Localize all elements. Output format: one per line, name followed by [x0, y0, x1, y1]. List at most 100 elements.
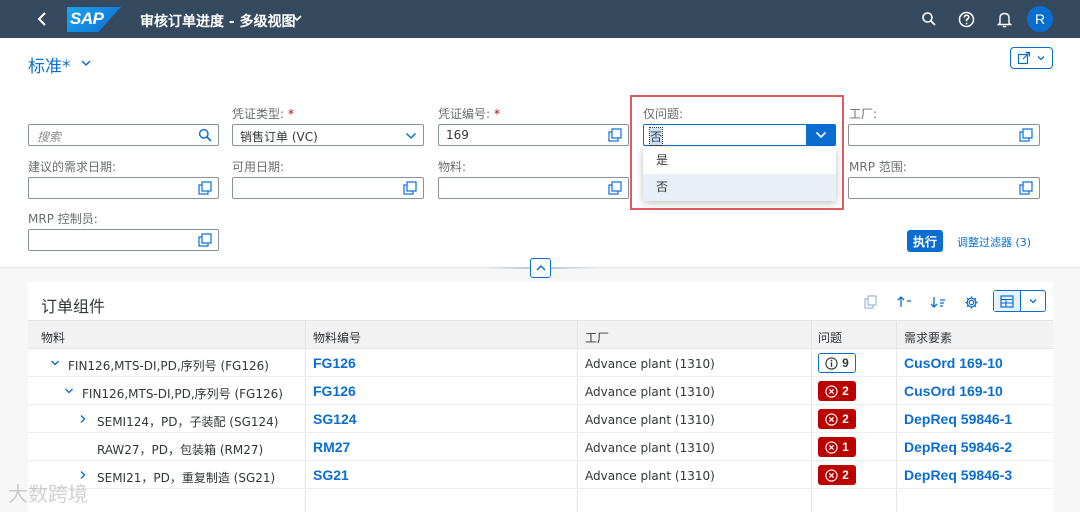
- req-date-field[interactable]: [28, 177, 219, 199]
- plant-value: Advance plant (1310): [585, 413, 715, 427]
- table-row[interactable]: FIN126,MTS-DI,PD,序列号 (FG126) FG126 Advan…: [28, 377, 1053, 405]
- avatar[interactable]: R: [1027, 6, 1053, 32]
- table-row[interactable]: SEMI21，PD，重复制造 (SG21) SG21 Advance plant…: [28, 461, 1053, 489]
- material-number-link[interactable]: RM27: [313, 439, 350, 455]
- error-icon: [825, 468, 838, 482]
- doc-number-field[interactable]: 169: [438, 124, 629, 146]
- error-icon: [825, 412, 838, 426]
- plant-field[interactable]: [848, 124, 1040, 146]
- help-button[interactable]: [956, 9, 976, 29]
- share-button[interactable]: [1010, 47, 1053, 69]
- shell-bar: SAP 审核订单进度 - 多级视图 R: [0, 0, 1080, 38]
- expand-row-icon[interactable]: [78, 414, 88, 424]
- collapse-row-icon[interactable]: [50, 358, 60, 368]
- search-icon: [922, 12, 936, 26]
- value-help-icon[interactable]: [608, 128, 622, 142]
- material-label: 物料:: [438, 160, 467, 174]
- requirement-link[interactable]: CusOrd 169-10: [904, 355, 1003, 371]
- material-name: SEMI124，PD，子装配 (SG124): [97, 415, 279, 429]
- value-help-icon[interactable]: [1019, 128, 1033, 142]
- mrp-controller-label: MRP 控制员:: [28, 212, 98, 226]
- bell-icon: [996, 12, 1012, 27]
- watermark: 大数跨境: [8, 482, 88, 506]
- execute-button[interactable]: 执行: [907, 230, 943, 252]
- chevron-down-icon[interactable]: [80, 57, 92, 69]
- back-icon: [37, 12, 46, 26]
- settings-button[interactable]: [961, 292, 981, 312]
- adapt-filters-link[interactable]: 调整过滤器 (3): [957, 234, 1031, 250]
- column-header-material-number[interactable]: 物料编号: [313, 329, 361, 346]
- material-number-link[interactable]: FG126: [313, 383, 356, 399]
- sort-ascending-button[interactable]: [895, 292, 915, 312]
- issue-badge-error[interactable]: 2: [818, 409, 856, 429]
- material-name: FIN126,MTS-DI,PD,序列号 (FG126): [82, 387, 283, 401]
- req-date-label: 建议的需求日期:: [28, 160, 117, 174]
- value-help-icon[interactable]: [1019, 181, 1033, 195]
- sort-descending-icon: [930, 297, 945, 308]
- material-number-link[interactable]: SG21: [313, 467, 349, 483]
- column-header-material[interactable]: 物料: [41, 329, 65, 346]
- material-number-link[interactable]: FG126: [313, 355, 356, 371]
- share-icon: [1018, 51, 1031, 65]
- avail-date-label: 可用日期:: [232, 160, 285, 174]
- material-number-link[interactable]: SG124: [313, 411, 357, 427]
- gear-icon: [964, 295, 978, 309]
- mrp-area-field[interactable]: [848, 177, 1040, 199]
- view-switch-button[interactable]: [993, 290, 1046, 312]
- issue-badge-info[interactable]: 9: [818, 353, 856, 373]
- avail-date-field[interactable]: [232, 177, 424, 199]
- material-name: RAW27，PD，包装箱 (RM27): [97, 443, 264, 457]
- search-icon[interactable]: [198, 128, 212, 142]
- view-menu-button[interactable]: [1021, 291, 1045, 311]
- order-components-table: 订单组件 物料 物料编号 工厂 问题 需求要素 FIN126,MTS-DI,PD…: [28, 282, 1053, 512]
- variant-title[interactable]: 标准*: [28, 52, 71, 77]
- sap-logo[interactable]: SAP: [67, 7, 121, 32]
- value-help-icon[interactable]: [198, 181, 212, 195]
- doc-type-label: 凭证类型: *: [232, 107, 295, 121]
- value-help-icon[interactable]: [198, 233, 212, 247]
- issue-badge-error[interactable]: 2: [818, 465, 856, 485]
- plant-value: Advance plant (1310): [585, 441, 715, 455]
- chevron-down-icon[interactable]: [405, 130, 417, 142]
- help-icon: [958, 11, 974, 27]
- requirement-link[interactable]: DepReq 59846-2: [904, 439, 1012, 455]
- requirement-link[interactable]: CusOrd 169-10: [904, 383, 1003, 399]
- chevron-down-icon: [1037, 56, 1045, 61]
- search-input[interactable]: 搜索: [28, 124, 219, 146]
- copy-button[interactable]: [861, 292, 881, 312]
- value-help-icon[interactable]: [403, 181, 417, 195]
- table-row[interactable]: RAW27，PD，包装箱 (RM27) RM27 Advance plant (…: [28, 433, 1053, 461]
- error-icon: [825, 384, 838, 398]
- back-button[interactable]: [30, 6, 56, 32]
- chevron-down-icon[interactable]: [291, 12, 303, 24]
- view-option-button[interactable]: [994, 291, 1021, 311]
- requirement-link[interactable]: DepReq 59846-1: [904, 411, 1012, 427]
- value-help-icon[interactable]: [608, 181, 622, 195]
- search-button[interactable]: [919, 9, 939, 29]
- filter-bar: 标准* 凭证类型: * 凭证编号: * 仅问题: 工厂: 搜索 销售订单 (VC) …: [0, 38, 1080, 278]
- collapse-header-button[interactable]: [530, 258, 551, 278]
- doc-number-label: 凭证编号: *: [438, 107, 501, 121]
- plant-value: Advance plant (1310): [585, 385, 715, 399]
- chevron-up-icon: [535, 264, 546, 271]
- column-header-issues[interactable]: 问题: [818, 329, 842, 346]
- material-name: SEMI21，PD，重复制造 (SG21): [97, 471, 276, 485]
- column-header-requirement[interactable]: 需求要素: [904, 329, 952, 346]
- material-name: FIN126,MTS-DI,PD,序列号 (FG126): [68, 359, 269, 373]
- info-icon: [825, 356, 838, 370]
- collapse-row-icon[interactable]: [64, 386, 74, 396]
- notifications-button[interactable]: [994, 9, 1014, 29]
- issue-badge-error[interactable]: 2: [818, 381, 856, 401]
- mrp-controller-field[interactable]: [28, 229, 219, 251]
- table-row[interactable]: SEMI124，PD，子装配 (SG124) SG124 Advance pla…: [28, 405, 1053, 433]
- app-title[interactable]: 审核订单进度 - 多级视图: [140, 11, 296, 31]
- column-header-plant[interactable]: 工厂: [585, 329, 609, 346]
- mrp-area-label: MRP 范围:: [849, 160, 907, 174]
- requirement-link[interactable]: DepReq 59846-3: [904, 467, 1012, 483]
- table-row[interactable]: FIN126,MTS-DI,PD,序列号 (FG126) FG126 Advan…: [28, 349, 1053, 377]
- sort-ascending-icon: [897, 296, 911, 307]
- sort-descending-button[interactable]: [928, 292, 948, 312]
- doc-type-select[interactable]: 销售订单 (VC): [232, 124, 424, 146]
- material-field[interactable]: [438, 177, 629, 199]
- issue-badge-error[interactable]: 1: [818, 437, 856, 457]
